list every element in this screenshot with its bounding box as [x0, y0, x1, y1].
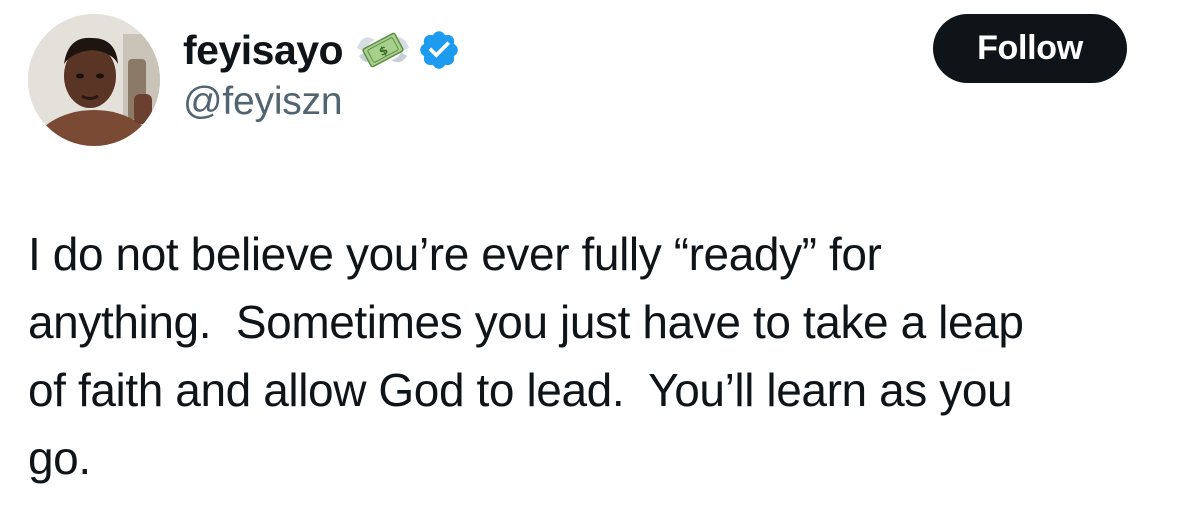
- user-info: feyisayo $ @feyiszn: [183, 22, 461, 124]
- tweet-text-line: go.: [28, 432, 91, 484]
- tweet-card: feyisayo $ @feyiszn Follow I do not beli…: [0, 0, 1179, 526]
- money-with-wings-icon: $: [353, 26, 413, 74]
- avatar[interactable]: [28, 14, 160, 146]
- user-handle[interactable]: @feyiszn: [183, 80, 461, 124]
- tweet-text-line: of faith and allow God to lead. You’ll l…: [28, 364, 1013, 416]
- display-name[interactable]: feyisayo: [183, 27, 344, 74]
- verified-badge-icon[interactable]: [417, 28, 461, 72]
- name-row: feyisayo $: [183, 22, 461, 78]
- tweet-text: I do not believe you’re ever fully “read…: [28, 220, 1158, 492]
- avatar-photo: [28, 14, 160, 146]
- follow-button[interactable]: Follow: [933, 14, 1127, 83]
- tweet-text-line: I do not believe you’re ever fully “read…: [28, 228, 882, 280]
- tweet-text-line: anything. Sometimes you just have to tak…: [28, 296, 1024, 348]
